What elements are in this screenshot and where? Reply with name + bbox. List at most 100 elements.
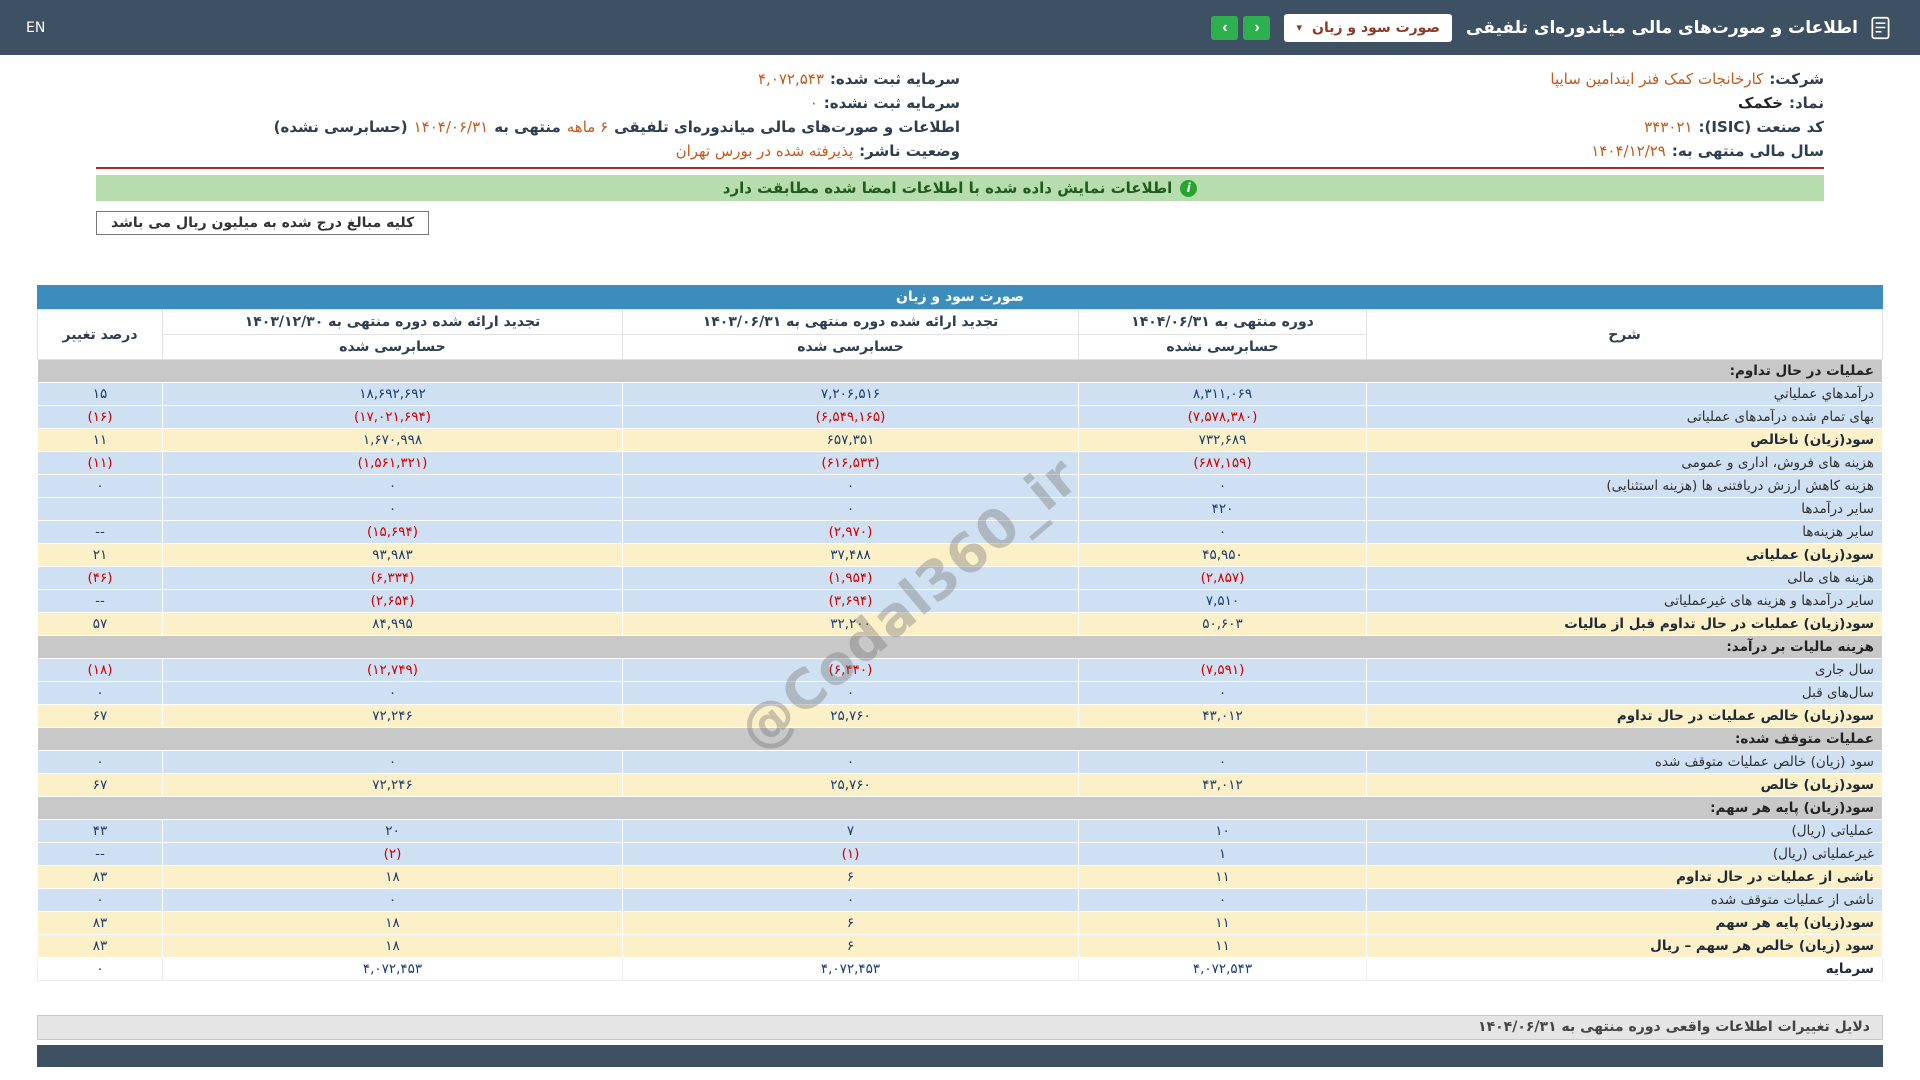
value-cell: ۱۸ xyxy=(163,935,623,958)
value-cell: ۱۱ xyxy=(1079,935,1367,958)
table-row: هزینه های مالی(۲,۸۵۷)(۱,۹۵۴)(۶,۳۳۴)(۴۶) xyxy=(38,567,1883,590)
value-cell: ۴۳,۰۱۲ xyxy=(1079,705,1367,728)
table-row: سود(زیان) ناخالص۷۳۲,۶۸۹۶۵۷,۳۵۱۱,۶۷۰,۹۹۸۱… xyxy=(38,429,1883,452)
row-label: بهای تمام شده درآمدهای عملیاتی xyxy=(1367,406,1883,429)
income-statement-table: شرح دوره منتهی به ۱۴۰۴/۰۶/۳۱ تجدید ارائه… xyxy=(37,309,1883,981)
col-header-period-restated-mid: تجدید ارائه شده دوره منتهی به ۱۴۰۳/۰۶/۳۱ xyxy=(623,310,1079,335)
value-cell: (۶,۴۴۰) xyxy=(623,659,1079,682)
statement-table-body: عملیات در حال تداوم:درآمدهاي عملياتي۸,۳۱… xyxy=(38,360,1883,981)
report-type-select[interactable]: صورت سود و زیان ▾ xyxy=(1284,14,1452,42)
row-label: سود(زیان) ناخالص xyxy=(1367,429,1883,452)
section-label: عملیات در حال تداوم: xyxy=(38,360,1883,383)
value-cell: ۵۰,۶۰۳ xyxy=(1079,613,1367,636)
value-cell: ۰ xyxy=(623,682,1079,705)
col-subheader-audit-0: حسابرسی نشده xyxy=(1079,335,1367,360)
prev-period-button[interactable]: › xyxy=(1211,16,1238,40)
info-row: نماد:خکمک xyxy=(960,91,1824,115)
info-text-part: ۶ ماهه xyxy=(567,118,608,136)
section-row: سود(زیان) پایه هر سهم: xyxy=(38,797,1883,820)
change-cell: (۱۸) xyxy=(38,659,163,682)
row-label: سرمایه xyxy=(1367,958,1883,981)
row-label: درآمدهاي عملياتي xyxy=(1367,383,1883,406)
next-period-button[interactable]: ‹ xyxy=(1243,16,1270,40)
table-row: سال‌های قبل۰۰۰۰ xyxy=(38,682,1883,705)
value-cell: ۷,۲۰۶,۵۱۶ xyxy=(623,383,1079,406)
value-cell: (۱۷,۰۲۱,۶۹۴) xyxy=(163,406,623,429)
value-cell: ۰ xyxy=(1079,682,1367,705)
col-header-change-percent: درصد تغییر xyxy=(38,310,163,360)
change-cell: ۸۳ xyxy=(38,935,163,958)
value-cell: ۱ xyxy=(1079,843,1367,866)
table-header-row: شرح دوره منتهی به ۱۴۰۴/۰۶/۳۱ تجدید ارائه… xyxy=(38,310,1883,335)
change-cell: ۰ xyxy=(38,475,163,498)
info-value: پذیرفته شده در بورس تهران xyxy=(676,142,854,160)
value-cell: ۰ xyxy=(163,889,623,912)
table-row: سایر هزینه‌ها۰(۲,۹۷۰)(۱۵,۶۹۴)-- xyxy=(38,521,1883,544)
col-header-period-restated-annual: تجدید ارائه شده دوره منتهی به ۱۴۰۳/۱۲/۳۰ xyxy=(163,310,623,335)
value-cell: ۰ xyxy=(1079,889,1367,912)
next-section-bar xyxy=(37,1045,1883,1067)
value-cell: ۸۴,۹۹۵ xyxy=(163,613,623,636)
info-row: اطلاعات و صورت‌های مالی میاندوره‌ای تلفی… xyxy=(96,115,960,139)
value-cell: ۳۲,۲۰۰ xyxy=(623,613,1079,636)
top-header: اطلاعات و صورت‌های مالی میاندوره‌ای تلفی… xyxy=(0,0,1920,55)
table-row: سود(زیان) پایه هر سهم۱۱۶۱۸۸۳ xyxy=(38,912,1883,935)
change-cell xyxy=(38,498,163,521)
row-label: سال‌های قبل xyxy=(1367,682,1883,705)
currency-unit-note: کلیه مبالغ درج شده به میلیون ریال می باش… xyxy=(96,211,429,235)
row-label: غیرعملیاتی (ریال) xyxy=(1367,843,1883,866)
row-label: هزینه های فروش، اداری و عمومی xyxy=(1367,452,1883,475)
table-row: سود (زیان) خالص هر سهم – ریال۱۱۶۱۸۸۳ xyxy=(38,935,1883,958)
row-label: سود(زیان) خالص عملیات در حال تداوم xyxy=(1367,705,1883,728)
value-cell: ۱۸ xyxy=(163,912,623,935)
table-row: هزینه های فروش، اداری و عمومی(۶۸۷,۱۵۹)(۶… xyxy=(38,452,1883,475)
row-label: ناشی از عملیات در حال تداوم xyxy=(1367,866,1883,889)
change-cell: ۴۳ xyxy=(38,820,163,843)
language-toggle[interactable]: EN xyxy=(26,20,45,36)
row-label: سود(زیان) عملیاتی xyxy=(1367,544,1883,567)
value-cell: (۱,۵۶۱,۳۲۱) xyxy=(163,452,623,475)
value-cell: ۱,۶۷۰,۹۹۸ xyxy=(163,429,623,452)
col-subheader-audit-1: حسابرسی شده xyxy=(623,335,1079,360)
value-cell: ۸,۳۱۱,۰۶۹ xyxy=(1079,383,1367,406)
change-cell: ۰ xyxy=(38,751,163,774)
value-cell: ۰ xyxy=(623,475,1079,498)
value-cell: ۱۱ xyxy=(1079,912,1367,935)
period-nav: ‹ › xyxy=(1211,16,1270,40)
change-cell: -- xyxy=(38,521,163,544)
value-cell: ۲۵,۷۶۰ xyxy=(623,705,1079,728)
info-row: سال مالی منتهی به: ۱۴۰۴/۱۲/۲۹ xyxy=(960,139,1824,163)
info-row: سرمایه ثبت نشده:۰ xyxy=(96,91,960,115)
info-row: سرمایه ثبت شده:۴,۰۷۲,۵۴۳ xyxy=(96,67,960,91)
value-cell: ۳۷,۴۸۸ xyxy=(623,544,1079,567)
info-label: سرمایه ثبت نشده: xyxy=(824,94,960,112)
change-cell: -- xyxy=(38,590,163,613)
value-cell: ۴۵,۹۵۰ xyxy=(1079,544,1367,567)
info-row: کد صنعت (ISIC):۳۴۳۰۲۱ xyxy=(960,115,1824,139)
info-label: سال مالی منتهی به: xyxy=(1672,142,1824,160)
info-icon: i xyxy=(1180,180,1197,197)
red-divider xyxy=(96,167,1824,169)
info-label: کد صنعت (ISIC): xyxy=(1699,118,1825,136)
change-cell: ۰ xyxy=(38,682,163,705)
value-cell: ۴,۰۷۲,۴۵۳ xyxy=(163,958,623,981)
info-value: ۱۴۰۴/۱۲/۲۹ xyxy=(1591,142,1666,160)
info-label: شرکت: xyxy=(1769,70,1824,88)
section-label: هزینه مالیات بر درآمد: xyxy=(38,636,1883,659)
value-cell: (۲,۶۵۴) xyxy=(163,590,623,613)
value-cell: ۰ xyxy=(163,751,623,774)
value-cell: ۰ xyxy=(163,498,623,521)
change-cell: ۸۳ xyxy=(38,912,163,935)
value-cell: ۶ xyxy=(623,912,1079,935)
value-cell: ۶ xyxy=(623,866,1079,889)
company-info-grid: شرکت:کارخانجات کمک فنر ایندامین سایپانما… xyxy=(96,67,1824,163)
info-label: سرمایه ثبت شده: xyxy=(830,70,960,88)
change-cell: (۱۱) xyxy=(38,452,163,475)
table-row: غیرعملیاتی (ریال)۱(۱)(۲)-- xyxy=(38,843,1883,866)
info-label: نماد: xyxy=(1789,94,1824,112)
value-cell: ۴,۰۷۲,۴۵۳ xyxy=(623,958,1079,981)
section-row: هزینه مالیات بر درآمد: xyxy=(38,636,1883,659)
value-cell: ۰ xyxy=(163,682,623,705)
table-row: ناشی از عملیات در حال تداوم۱۱۶۱۸۸۳ xyxy=(38,866,1883,889)
value-cell: ۱۸,۶۹۲,۶۹۲ xyxy=(163,383,623,406)
